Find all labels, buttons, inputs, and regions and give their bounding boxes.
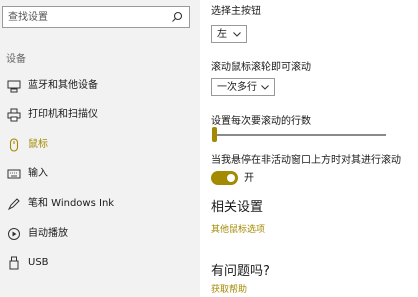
- sidebar-item-label: 打印机和扫描仪: [28, 109, 98, 120]
- scroll-mode-dropdown[interactable]: 一次多行: [211, 78, 275, 96]
- sidebar-item-bluetooth[interactable]: 蓝牙和其他设备: [0, 75, 200, 97]
- sidebar-item-label: 笔和 Windows Ink: [28, 198, 115, 209]
- sidebar-item-label: USB: [28, 257, 49, 268]
- slider-thumb[interactable]: [212, 127, 217, 142]
- inactive-scroll-toggle[interactable]: [211, 171, 238, 185]
- toggle-state-text: 开: [244, 173, 254, 184]
- sidebar-item-label: 自动播放: [28, 228, 68, 239]
- sidebar-item-typing[interactable]: 输入: [0, 163, 200, 185]
- sidebar-item-label: 输入: [28, 168, 48, 179]
- sidebar-item-usb[interactable]: USB: [0, 252, 200, 274]
- search-input[interactable]: 查找设置: [2, 6, 190, 28]
- related-settings-heading: 相关设置: [211, 200, 264, 215]
- autoplay-icon: [8, 228, 20, 240]
- lines-to-scroll-label: 设置每次要滚动的行数: [211, 116, 311, 127]
- sidebar-item-mouse[interactable]: 鼠标: [0, 134, 200, 156]
- usb-icon: [9, 256, 19, 270]
- sidebar-item-autoplay[interactable]: 自动播放: [0, 223, 200, 245]
- scroll-mode-value: 一次多行: [217, 82, 257, 93]
- other-mouse-options-link[interactable]: 其他鼠标选项: [211, 224, 265, 236]
- mouse-settings-panel: 选择主按钮 左 滚动鼠标滚轮即可滚动 一次多行 设置每次要滚动的行数 当我悬停在…: [200, 0, 418, 297]
- sidebar-item-label: 蓝牙和其他设备: [28, 80, 98, 91]
- bluetooth-devices-icon: [7, 80, 21, 93]
- primary-button-label: 选择主按钮: [211, 6, 261, 17]
- search-placeholder: 查找设置: [8, 12, 48, 23]
- get-help-link[interactable]: 获取帮助: [211, 284, 247, 296]
- toggle-knob: [227, 174, 235, 182]
- section-label: 设备: [6, 54, 26, 65]
- inactive-scroll-label: 当我悬停在非活动窗口上方时对其进行滚动: [211, 155, 401, 166]
- chevron-down-icon: [261, 85, 269, 90]
- sidebar-item-label: 鼠标: [28, 139, 48, 150]
- primary-button-value: 左: [217, 29, 227, 40]
- sidebar-item-pen[interactable]: 笔和 Windows Ink: [0, 193, 200, 215]
- chevron-down-icon: [233, 32, 241, 37]
- help-heading: 有问题吗?: [211, 264, 270, 279]
- printer-icon: [7, 108, 21, 122]
- keyboard-icon: [7, 169, 21, 179]
- mouse-icon: [9, 138, 19, 152]
- search-icon[interactable]: [171, 11, 183, 23]
- sidebar-item-printers[interactable]: 打印机和扫描仪: [0, 104, 200, 126]
- scroll-mode-label: 滚动鼠标滚轮即可滚动: [211, 62, 311, 73]
- sidebar: 查找设置 设备 蓝牙和其他设备 打印机和扫描仪 鼠标 输入 笔和 Windows…: [0, 0, 200, 297]
- pen-icon: [7, 198, 20, 211]
- primary-button-dropdown[interactable]: 左: [211, 25, 247, 43]
- lines-to-scroll-slider[interactable]: [214, 134, 386, 136]
